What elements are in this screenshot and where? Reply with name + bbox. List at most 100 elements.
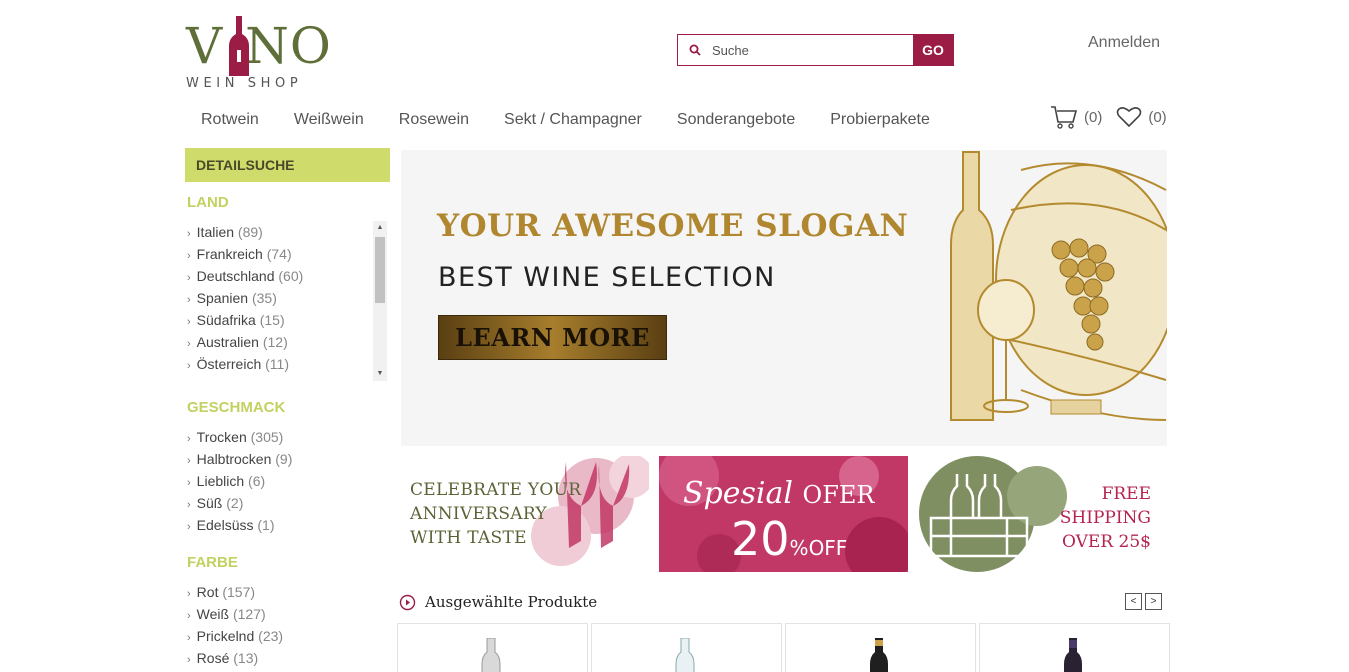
nav-item-rosewein[interactable]: Rosewein <box>399 111 469 129</box>
filter-title-land: LAND <box>187 194 229 211</box>
wine-barrel-illustration <box>950 151 1167 421</box>
promo-line: ANNIVERSARY <box>410 504 547 524</box>
filter-count: (305) <box>250 429 284 445</box>
filter-count: (74) <box>266 246 292 262</box>
promo-anniversary[interactable]: CELEBRATE YOUR ANNIVERSARY WITH TASTE <box>401 456 649 572</box>
geschmack-filter-item[interactable]: › Süß (2) <box>185 492 390 514</box>
scroll-up-icon[interactable]: ▲ <box>373 221 387 235</box>
filter-count: (2) <box>226 495 244 511</box>
filter-count: (13) <box>233 650 259 666</box>
detailsuche-header[interactable]: DETAILSUCHE <box>185 148 390 182</box>
filter-label: Italien <box>196 224 235 240</box>
cart-button[interactable]: (0) <box>1050 104 1102 130</box>
chevron-right-icon: › <box>187 521 191 533</box>
farbe-filter-item[interactable]: › Weiß (127) <box>185 603 390 625</box>
scroll-down-icon[interactable]: ▼ <box>373 367 387 381</box>
hero-slogan: YOUR AWESOME SLOGAN <box>437 208 909 244</box>
geschmack-filter-item[interactable]: › Halbtrocken (9) <box>185 448 390 470</box>
promo-ofer: OFER <box>802 481 875 509</box>
nav-item-sonderangebote[interactable]: Sonderangebote <box>677 111 795 129</box>
filter-title-farbe: FARBE <box>187 554 238 571</box>
filter-count: (12) <box>262 334 288 350</box>
farbe-filter-item[interactable]: › Rosé (13) <box>185 647 390 669</box>
filter-label: Weiß <box>196 606 230 622</box>
promo-line: WITH TASTE <box>410 528 527 548</box>
logo-wordmark: V NO <box>186 17 332 75</box>
land-filter-item[interactable]: › Österreich (11) <box>185 353 390 375</box>
chevron-right-icon: › <box>187 499 191 511</box>
promo-free-shipping[interactable]: FREE SHIPPING OVER 25$ <box>917 456 1167 572</box>
product-card[interactable] <box>591 623 782 672</box>
farbe-filter-item[interactable]: › Prickelnd (23) <box>185 625 390 647</box>
geschmack-filter-item[interactable]: › Edelsüss (1) <box>185 514 390 536</box>
search-input[interactable] <box>712 35 913 65</box>
chevron-right-icon: › <box>187 360 191 372</box>
logo[interactable]: V NO WEIN SHOP <box>186 14 336 94</box>
search-go-button[interactable]: GO <box>913 35 953 65</box>
geschmack-filter-item[interactable]: › Trocken (305) <box>185 426 390 448</box>
land-filter-item[interactable]: › Südafrika (15) <box>185 309 390 331</box>
play-circle-icon <box>399 594 416 610</box>
farbe-filter-item[interactable]: › Rot (157) <box>185 581 390 603</box>
product-cards <box>397 623 1170 672</box>
chevron-right-icon: › <box>187 338 191 350</box>
product-card[interactable] <box>785 623 976 672</box>
featured-header: Ausgewählte Produkte <box>399 593 597 611</box>
carousel-prev-button[interactable]: < <box>1125 593 1142 610</box>
land-filter-item[interactable]: › Australien (12) <box>185 331 390 353</box>
search-bar: GO <box>677 34 954 66</box>
white-bottle-image <box>675 638 695 672</box>
chevron-right-icon: › <box>187 433 191 445</box>
nav-item-rotwein[interactable]: Rotwein <box>201 111 259 129</box>
learn-more-button[interactable]: LEARN MORE <box>438 315 667 360</box>
land-scroll-list: › Italien (89) › Frankreich (74) › Deutschlan… <box>185 221 390 381</box>
chevron-right-icon: › <box>187 632 191 644</box>
filter-label: Australien <box>196 334 259 350</box>
filter-label: Trocken <box>196 429 247 445</box>
chevron-right-icon: › <box>187 250 191 262</box>
chevron-right-icon: › <box>187 272 191 284</box>
filter-label: Frankreich <box>196 246 263 262</box>
carousel-next-button[interactable]: > <box>1145 593 1162 610</box>
discount-value: 20%OFF <box>731 512 847 566</box>
geschmack-filter-item[interactable]: › Lieblich (6) <box>185 470 390 492</box>
discount-percent: % <box>789 536 809 560</box>
filter-count: (6) <box>248 473 266 489</box>
filter-title-geschmack: GESCHMACK <box>187 399 286 416</box>
chevron-right-icon: › <box>187 477 191 489</box>
nav-item-sekt-champagner[interactable]: Sekt / Champagner <box>504 111 642 129</box>
scroll-thumb[interactable] <box>375 237 385 303</box>
chevron-right-icon: › <box>187 654 191 666</box>
land-scrollbar[interactable]: ▲ ▼ <box>373 221 387 381</box>
cart-count: (0) <box>1084 108 1103 126</box>
filter-label: Süß <box>196 495 223 511</box>
free-shipping-text: FREE SHIPPING OVER 25$ <box>1060 482 1151 554</box>
wishlist-button[interactable]: (0) <box>1116 106 1167 128</box>
filter-label: Edelsüss <box>196 517 254 533</box>
logo-subtitle: WEIN SHOP <box>186 76 303 91</box>
special-offer-title: Spesial OFER <box>683 476 874 511</box>
nav-item-probierpakete[interactable]: Probierpakete <box>830 111 930 129</box>
land-filter-item[interactable]: › Spanien (35) <box>185 287 390 309</box>
filter-count: (9) <box>275 451 293 467</box>
land-filter-item[interactable]: › Italien (89) <box>185 221 390 243</box>
filter-count: (1) <box>257 517 275 533</box>
land-filter-item[interactable]: › Deutschland (60) <box>185 265 390 287</box>
filter-count: (89) <box>237 224 263 240</box>
filter-label: Lieblich <box>196 473 245 489</box>
filter-label: Rosé <box>196 650 230 666</box>
promo-line: SHIPPING <box>1059 508 1151 528</box>
cart-icon <box>1051 106 1078 129</box>
filter-count: (11) <box>265 356 289 372</box>
product-card[interactable] <box>979 623 1170 672</box>
land-filter-item[interactable]: › Frankreich (74) <box>185 243 390 265</box>
sparkling-bottle-image <box>481 638 501 672</box>
discount-off: OFF <box>808 536 848 560</box>
promo-special-offer[interactable]: Spesial OFER 20%OFF <box>659 456 908 572</box>
product-card[interactable] <box>397 623 588 672</box>
login-link[interactable]: Anmelden <box>1088 34 1160 52</box>
nav-item-weisswein[interactable]: Weißwein <box>294 111 364 129</box>
hero-banner[interactable]: YOUR AWESOME SLOGAN BEST WINE SELECTION … <box>401 150 1167 446</box>
filter-label: Prickelnd <box>196 628 255 644</box>
wishlist-count: (0) <box>1148 108 1167 126</box>
